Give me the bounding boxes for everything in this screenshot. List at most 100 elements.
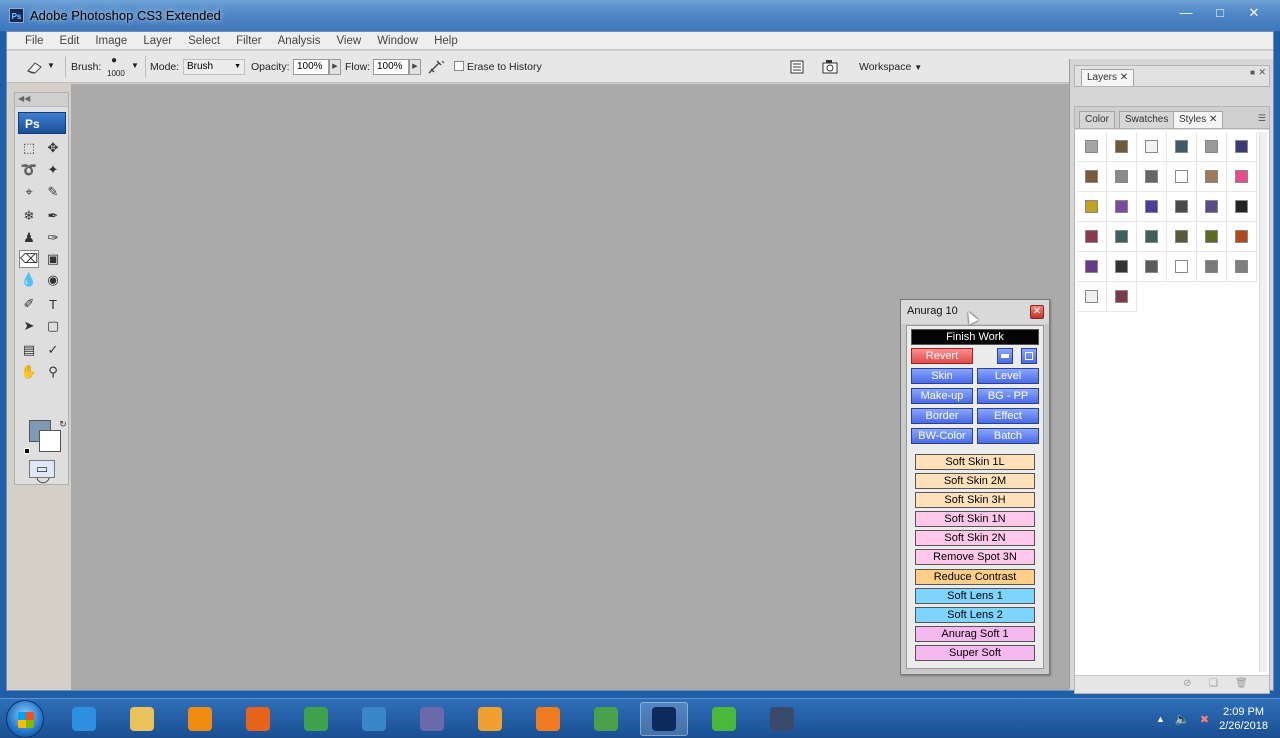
network-warning-icon[interactable]: ✖ [1200,713,1209,726]
eraser-tool-icon[interactable] [25,59,45,75]
styles-scrollbar[interactable] [1259,132,1267,672]
dodge-tool-icon[interactable]: ◉ [43,271,63,289]
style-swatch[interactable] [1227,192,1257,222]
workspace-button[interactable]: Workspace ▼ [859,61,922,73]
tool-preset-arrow[interactable]: ▼ [47,61,55,70]
delete-style-icon[interactable]: 🗑 [1235,678,1248,689]
soft-skin-2m-button[interactable]: Soft Skin 2M [915,473,1035,489]
photo-viewer-icon[interactable] [350,702,398,736]
skin-button[interactable]: Skin [911,368,973,384]
reduce-contrast-button[interactable]: Reduce Contrast [915,569,1035,585]
menu-file[interactable]: File [17,35,52,47]
new-style-icon[interactable]: ❏ [1209,678,1218,689]
close-icon[interactable]: ✕ [1209,114,1217,125]
style-swatch[interactable] [1137,162,1167,192]
menu-select[interactable]: Select [180,35,228,47]
flow-slider-button[interactable]: ▶ [409,59,421,75]
spot-healing-tool-icon[interactable]: ❄ [19,207,39,225]
style-swatch[interactable] [1167,162,1197,192]
type-tool-icon[interactable]: T [43,295,63,313]
network-icon[interactable] [582,702,630,736]
minimize-panel-icon[interactable] [997,348,1013,364]
make-up-button[interactable]: Make-up [911,388,973,404]
style-swatch[interactable] [1107,252,1137,282]
ie-icon[interactable] [60,702,108,736]
style-swatch[interactable] [1197,252,1227,282]
menu-window[interactable]: Window [369,35,426,47]
soft-skin-3h-button[interactable]: Soft Skin 3H [915,492,1035,508]
eyedropper-tool-icon[interactable]: ✓ [43,341,63,359]
show-hidden-icons-icon[interactable]: ▲ [1156,714,1165,724]
brush-picker-arrow[interactable]: ▼ [131,61,139,70]
menu-analysis[interactable]: Analysis [270,35,329,47]
style-swatch[interactable] [1167,192,1197,222]
opacity-slider-button[interactable]: ▶ [329,59,341,75]
menu-image[interactable]: Image [87,35,135,47]
pen-tool-icon[interactable]: ✐ [19,295,39,313]
brush-tool-icon[interactable]: ✒ [43,207,63,225]
vlc-icon[interactable] [176,702,224,736]
move-tool-icon[interactable]: ✥ [43,139,63,157]
panel-menu-icon[interactable]: ☰ [1258,113,1266,124]
shape-tool-icon[interactable]: ▢ [43,317,63,335]
style-swatch[interactable] [1107,162,1137,192]
tab-styles[interactable]: Styles ✕ [1173,111,1224,128]
style-swatch[interactable] [1077,132,1107,162]
uc-browser-icon[interactable] [466,702,514,736]
border-button[interactable]: Border [911,408,973,424]
style-swatch[interactable] [1107,132,1137,162]
super-soft-button[interactable]: Super Soft [915,645,1035,661]
photoshop-icon[interactable] [640,702,688,736]
magic-wand-tool-icon[interactable]: ✦ [43,161,63,179]
style-swatch[interactable] [1107,222,1137,252]
slice-tool-icon[interactable]: ✎ [43,183,63,201]
firefox-icon[interactable] [234,702,282,736]
palette-well-icon[interactable] [789,59,805,75]
collapse-toolbox-arrow[interactable]: ◀◀ [15,93,68,107]
opacity-input[interactable]: 100% [293,59,329,75]
background-color-swatch[interactable] [39,430,61,452]
style-swatch[interactable] [1107,192,1137,222]
expand-panel-icon[interactable] [1021,348,1037,364]
style-swatch[interactable] [1077,192,1107,222]
swap-colors-icon[interactable]: ↻ [53,415,73,433]
batch-button[interactable]: Batch [977,428,1039,444]
minimize-button[interactable]: — [1174,4,1198,22]
style-swatch[interactable] [1167,252,1197,282]
clone-stamp-tool-icon[interactable]: ♟ [19,229,39,247]
utorrent-icon[interactable] [700,702,748,736]
style-swatch[interactable] [1137,192,1167,222]
style-swatch[interactable] [1077,162,1107,192]
bg-pp-button[interactable]: BG - PP [977,388,1039,404]
anurag-soft-1-button[interactable]: Anurag Soft 1 [915,626,1035,642]
style-swatch[interactable] [1137,252,1167,282]
tab-swatches[interactable]: Swatches [1119,111,1175,128]
soft-lens-1-button[interactable]: Soft Lens 1 [915,588,1035,604]
remove-spot-3n-button[interactable]: Remove Spot 3N [915,549,1035,565]
style-swatch[interactable] [1107,282,1137,312]
mode-select[interactable]: Brush ▼ [183,59,245,75]
style-swatch[interactable] [1197,192,1227,222]
style-swatch[interactable] [1167,222,1197,252]
anurag-close-button[interactable]: ✕ [1030,305,1044,319]
style-swatch[interactable] [1197,162,1227,192]
style-swatch[interactable] [1227,222,1257,252]
lasso-tool-icon[interactable]: ➰ [19,161,39,179]
player-icon[interactable] [524,702,572,736]
style-swatch[interactable] [1167,132,1197,162]
style-swatch[interactable] [1077,252,1107,282]
history-brush-tool-icon[interactable]: ✑ [43,229,63,247]
style-swatch[interactable] [1227,252,1257,282]
crop-tool-icon[interactable]: ⌖ [19,183,39,201]
style-swatch[interactable] [1227,132,1257,162]
soft-skin-1l-button[interactable]: Soft Skin 1L [915,454,1035,470]
marquee-tool-icon[interactable]: ⬚ [19,139,39,157]
eraser-tool-icon[interactable]: ⌫ [19,250,39,268]
start-button[interactable] [6,700,44,738]
level-button[interactable]: Level [977,368,1039,384]
photoshop-logo[interactable]: Ps [18,112,66,134]
tab-color[interactable]: Color [1079,111,1115,128]
close-panel-icon[interactable]: ✕ [1258,67,1266,78]
brush-dot-icon[interactable]: ● [111,55,117,66]
close-icon[interactable]: ✕ [1120,72,1128,83]
